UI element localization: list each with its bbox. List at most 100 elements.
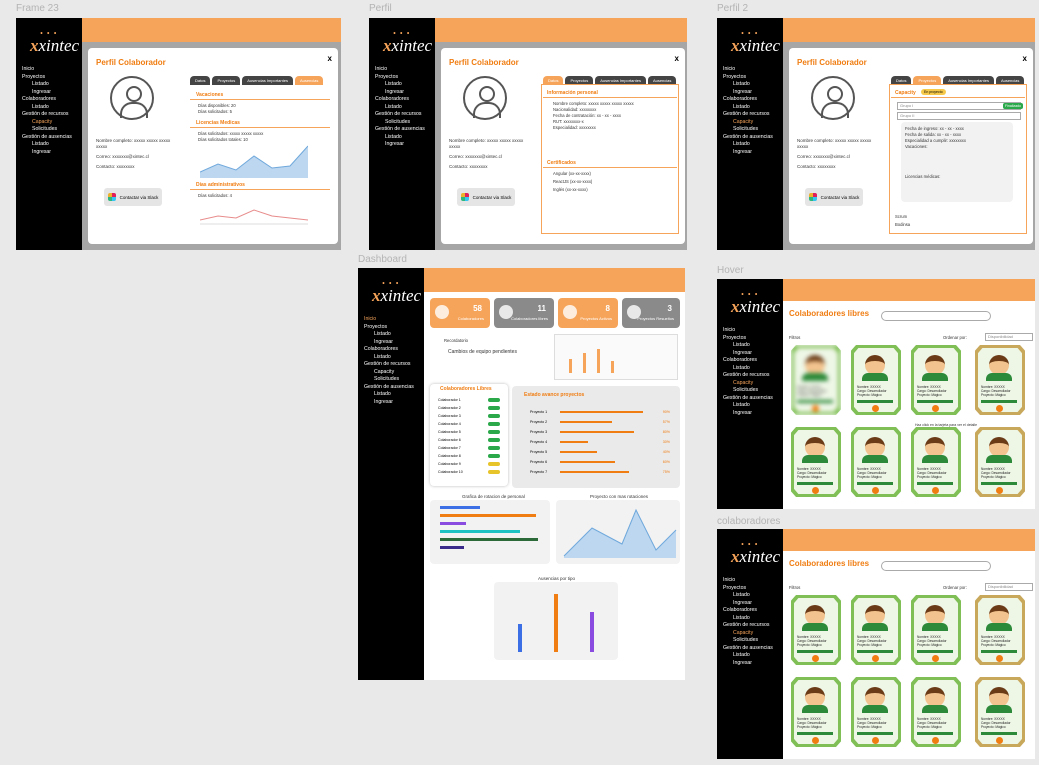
cert-angular[interactable]: Angular (xx-xx-xxxx) xyxy=(553,171,591,177)
close-button[interactable]: x xyxy=(1023,54,1027,63)
nav-solicitudes[interactable]: Solicitudes xyxy=(723,387,777,395)
nav-gestion-ausencias[interactable]: Gestión de ausencias xyxy=(723,395,777,403)
nav-listado[interactable]: Listado xyxy=(723,342,777,350)
project-row[interactable]: Proyecto 5 40% xyxy=(530,450,670,460)
nav-gestion-recursos[interactable]: Gestión de recursos xyxy=(375,111,429,119)
nav-listado[interactable]: Listado xyxy=(723,652,777,660)
list-item[interactable]: Colaborador 7 xyxy=(438,444,500,452)
nav-capacity[interactable]: Capacity xyxy=(22,119,76,127)
nav-ingresar[interactable]: Ingresar xyxy=(364,339,418,347)
info-personal-title[interactable]: Información personal xyxy=(547,90,598,96)
colaborador-card[interactable]: Nombre: XXXXX Cargo: Desarrollador Proyect… xyxy=(911,595,961,665)
project-row[interactable]: Proyecto 7 75% xyxy=(530,470,670,480)
user-icon[interactable] xyxy=(668,24,679,35)
nav-colaboradores[interactable]: Colaboradores xyxy=(723,96,777,104)
nav-solicitudes[interactable]: Solicitudes xyxy=(375,119,429,127)
nav-ingresar[interactable]: Ingresar xyxy=(723,350,777,358)
list-item[interactable]: Colaborador 9 xyxy=(438,460,500,468)
nav-ingresar[interactable]: Ingresar xyxy=(22,149,76,157)
list-item[interactable]: Colaborador 2 xyxy=(438,404,500,412)
nav-gestion-recursos[interactable]: Gestión de recursos xyxy=(723,111,777,119)
bell-icon[interactable] xyxy=(1000,535,1011,546)
capacity-title[interactable]: Capacity xyxy=(895,90,916,96)
colaborador-card[interactable]: Nombre: XXXXX Cargo: Desarrollador Proyect… xyxy=(791,427,841,497)
cert-ingles[interactable]: Inglés (xx-xx-xxxx) xyxy=(553,187,588,193)
nav-colaboradores[interactable]: Colaboradores xyxy=(723,357,777,365)
search-input[interactable] xyxy=(881,561,991,571)
list-item[interactable]: Colaborador 5 xyxy=(438,428,500,436)
nav-capacity[interactable]: Capacity xyxy=(364,369,418,377)
sort-select[interactable]: Disponibilidad xyxy=(985,333,1033,341)
colaborador-card[interactable]: Nombre: XXXXX Cargo: Desarrollador Proyect… xyxy=(851,427,901,497)
project-scrum[interactable]: Scrum xyxy=(895,214,907,220)
project-row[interactable]: Proyecto 1 90% xyxy=(530,410,670,420)
sort-select[interactable]: Disponibilidad xyxy=(985,583,1033,591)
nav-capacity[interactable]: Capacity xyxy=(723,380,777,388)
nav-colaboradores[interactable]: Colaboradores xyxy=(375,96,429,104)
list-item[interactable]: Colaborador 4 xyxy=(438,420,500,428)
nav-solicitudes[interactable]: Solicitudes xyxy=(364,376,418,384)
stat-activos[interactable]: 8 Proyectos Activos xyxy=(558,298,618,328)
nav-proyectos[interactable]: Proyectos xyxy=(22,74,76,82)
nav-proyectos[interactable]: Proyectos xyxy=(723,585,777,593)
tab-proyectos[interactable]: Proyectos xyxy=(212,76,241,85)
nav-listado[interactable]: Listado xyxy=(723,104,777,112)
colaborador-card[interactable]: Nombre: XXXXX Cargo: Desarrollador Proyect… xyxy=(791,677,841,747)
filters-button[interactable]: Filtros xyxy=(789,335,800,341)
list-item[interactable]: Colaborador 1 xyxy=(438,396,500,404)
nav-proyectos[interactable]: Proyectos xyxy=(723,74,777,82)
list-item[interactable]: Colaborador 6 xyxy=(438,436,500,444)
project-row[interactable]: Proyecto 6 60% xyxy=(530,460,670,470)
nav-listado[interactable]: Listado xyxy=(375,104,429,112)
nav-listado[interactable]: Listado xyxy=(723,592,777,600)
user-icon[interactable] xyxy=(322,24,333,35)
nav-ingresar[interactable]: Ingresar xyxy=(375,89,429,97)
nav-inicio[interactable]: Inicio xyxy=(723,577,777,585)
nav-gestion-ausencias[interactable]: Gestión de ausencias xyxy=(364,384,418,392)
nav-ingresar[interactable]: Ingresar xyxy=(364,399,418,407)
colaborador-card[interactable]: Nombre: XXXXX Cargo: Desarrollador Proyect… xyxy=(911,427,961,497)
stat-resueltos[interactable]: 3 Proyectos Resueltos xyxy=(622,298,680,328)
user-icon[interactable] xyxy=(1016,285,1027,296)
tab-ausencias[interactable]: Ausencias xyxy=(294,76,324,85)
nav-listado[interactable]: Listado xyxy=(723,141,777,149)
nav-listado[interactable]: Listado xyxy=(22,141,76,149)
nav-proyectos[interactable]: Proyectos xyxy=(375,74,429,82)
slack-button[interactable]: Contactar via Slack xyxy=(805,188,863,206)
tab-ausencias-importantes[interactable]: Ausencias Importantes xyxy=(242,76,293,85)
filters-button[interactable]: Filtros xyxy=(789,585,800,591)
nav-listado[interactable]: Listado xyxy=(364,354,418,362)
colaborador-card[interactable]: Nombre: XXXXX Cargo: Desarrollador Proyect… xyxy=(791,345,841,415)
nav-listado[interactable]: Listado xyxy=(22,104,76,112)
project-row[interactable]: Proyecto 4 30% xyxy=(530,440,670,450)
colaborador-card[interactable]: Nombre: XXXXX Cargo: Desarrollador Proyect… xyxy=(911,677,961,747)
nav-gestion-recursos[interactable]: Gestión de recursos xyxy=(723,622,777,630)
nav-inicio[interactable]: Inicio xyxy=(375,66,429,74)
bell-icon[interactable] xyxy=(652,24,663,35)
certificados-title[interactable]: Certificados xyxy=(547,160,576,166)
nav-gestion-ausencias[interactable]: Gestión de ausencias xyxy=(375,126,429,134)
nav-inicio[interactable]: Inicio xyxy=(364,316,418,324)
colaborador-card[interactable]: Nombre: XXXXX Cargo: Desarrollador Proyect… xyxy=(975,427,1025,497)
nav-inicio[interactable]: Inicio xyxy=(723,327,777,335)
slack-button[interactable]: Contactar via Slack xyxy=(457,188,515,206)
nav-ingresar[interactable]: Ingresar xyxy=(723,410,777,418)
project-row[interactable]: Proyecto 2 57% xyxy=(530,420,670,430)
nav-listado[interactable]: Listado xyxy=(723,402,777,410)
nav-listado[interactable]: Listado xyxy=(723,615,777,623)
administrativos-title[interactable]: Días administrativos xyxy=(196,182,245,188)
nav-inicio[interactable]: Inicio xyxy=(723,66,777,74)
user-icon[interactable] xyxy=(666,274,677,285)
list-item[interactable]: Colaborador 3 xyxy=(438,412,500,420)
cert-react[interactable]: ReactJS (xx-xx-xxxx) xyxy=(553,179,592,185)
nav-ingresar[interactable]: Ingresar xyxy=(22,89,76,97)
nav-ingresar[interactable]: Ingresar xyxy=(723,89,777,97)
search-input[interactable] xyxy=(881,311,991,321)
colaborador-card[interactable]: Nombre: XXXXX Cargo: Desarrollador Proyect… xyxy=(851,677,901,747)
project-select-2[interactable]: Grupo II xyxy=(897,112,1021,120)
nav-listado[interactable]: Listado xyxy=(723,81,777,89)
colaborador-card[interactable]: Nombre: XXXXX Cargo: Desarrollador Proyect… xyxy=(975,677,1025,747)
nav-proyectos[interactable]: Proyectos xyxy=(723,335,777,343)
nav-gestion-ausencias[interactable]: Gestión de ausencias xyxy=(723,645,777,653)
nav-capacity[interactable]: Capacity xyxy=(723,630,777,638)
